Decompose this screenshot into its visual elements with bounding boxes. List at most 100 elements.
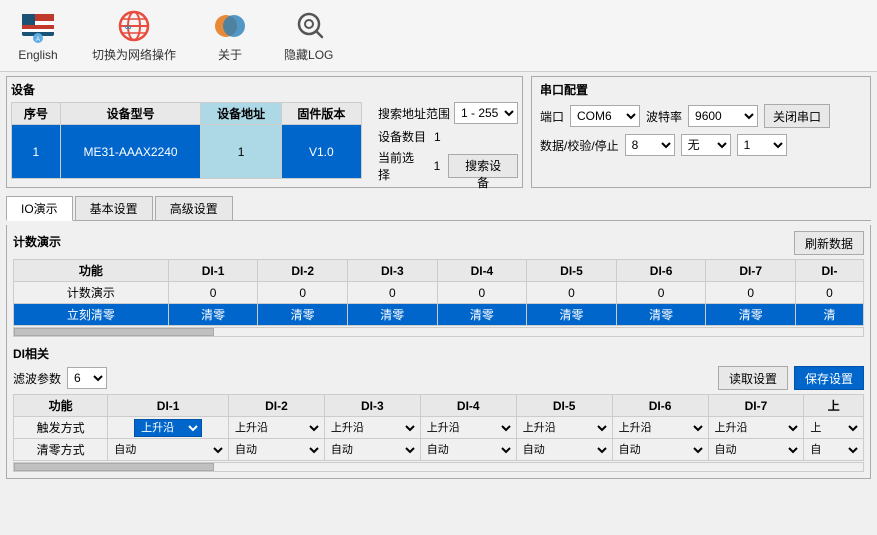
trigger-di2-select[interactable]: 上升沿下降沿双边沿	[231, 421, 322, 435]
svg-text:A: A	[36, 37, 40, 43]
network-button[interactable]: ∞ 切换为网络操作	[84, 4, 184, 67]
di-scroll[interactable]: 功能 DI-1 DI-2 DI-3 DI-4 DI-5 DI-6 DI-7 上	[13, 394, 864, 461]
tab-io[interactable]: IO演示	[6, 196, 73, 221]
trigger-di5-cell[interactable]: 上升沿下降沿双边沿	[516, 417, 612, 439]
refresh-button[interactable]: 刷新数据	[794, 231, 864, 255]
counter-di3-val: 0	[347, 282, 437, 304]
counter-col-di5: DI-5	[527, 260, 617, 282]
clear-di2-select[interactable]: 自动手动	[231, 443, 322, 457]
counter-col-di4: DI-4	[437, 260, 527, 282]
filter-label: 滤波参数	[13, 370, 61, 387]
save-settings-button[interactable]: 保存设置	[794, 366, 864, 390]
col-header-fw: 固件版本	[281, 103, 361, 125]
counter-scroll[interactable]: 功能 DI-1 DI-2 DI-3 DI-4 DI-5 DI-6 DI-7 DI…	[13, 259, 864, 326]
di-col-di8: 上	[804, 395, 864, 417]
clear-label: 立刻清零	[14, 304, 169, 326]
tab-basic[interactable]: 基本设置	[75, 196, 153, 220]
counter-row-clear[interactable]: 立刻清零 清零 清零 清零 清零 清零 清零 清零 清	[14, 304, 864, 326]
search-range-row: 搜索地址范围 1 - 255 1 - 127 1 - 63	[378, 102, 518, 124]
clear-di8-select[interactable]: 自	[806, 443, 861, 457]
search-range-label: 搜索地址范围	[378, 105, 450, 122]
clear-di4-select[interactable]: 自动手动	[423, 443, 514, 457]
counter-hscroll-thumb[interactable]	[14, 328, 214, 336]
counter-di8-val: 0	[796, 282, 864, 304]
trigger-di2-cell[interactable]: 上升沿下降沿双边沿	[228, 417, 324, 439]
counter-col-di6: DI-6	[616, 260, 706, 282]
clear-di6-select[interactable]: 自动手动	[615, 443, 706, 457]
col-header-addr: 设备地址	[201, 103, 281, 125]
filter-select[interactable]: 62481012	[67, 367, 107, 389]
main-content: 设备 序号 设备型号 设备地址 固件版本 1 ME31-	[0, 72, 877, 483]
baud-select[interactable]: 9600480019200115200	[688, 105, 758, 127]
clear-di5[interactable]: 清零	[527, 304, 617, 326]
counter-hscrollbar[interactable]	[13, 327, 864, 337]
clear-di2[interactable]: 清零	[258, 304, 348, 326]
device-row[interactable]: 1 ME31-AAAX2240 1 V1.0	[12, 125, 362, 179]
clear-di3-cell[interactable]: 自动手动	[324, 439, 420, 461]
clear-di6-cell[interactable]: 自动手动	[612, 439, 708, 461]
counter-col-di1: DI-1	[168, 260, 258, 282]
close-port-button[interactable]: 关闭串口	[764, 104, 830, 128]
trigger-di6-cell[interactable]: 上升沿下降沿双边沿	[612, 417, 708, 439]
counter-col-di8: DI-	[796, 260, 864, 282]
device-panel: 设备 序号 设备型号 设备地址 固件版本 1 ME31-	[6, 76, 523, 188]
counter-section: 计数演示 刷新数据 功能 DI-1 DI-2 DI-3 DI-4 DI-5 DI…	[13, 231, 864, 337]
di-hscrollbar[interactable]	[13, 462, 864, 472]
trigger-di8-cell[interactable]: 上	[804, 417, 864, 439]
clear-di7[interactable]: 清零	[706, 304, 796, 326]
di-hscroll-thumb[interactable]	[14, 463, 214, 471]
hidelog-button[interactable]: 隐藏LOG	[276, 4, 341, 67]
trigger-di1-cell[interactable]: 上升沿下降沿双边沿	[108, 417, 229, 439]
clear-di5-cell[interactable]: 自动手动	[516, 439, 612, 461]
hidelog-label: 隐藏LOG	[284, 46, 333, 63]
trigger-di6-select[interactable]: 上升沿下降沿双边沿	[615, 421, 706, 435]
clear-di3[interactable]: 清零	[347, 304, 437, 326]
trigger-di3-select[interactable]: 上升沿下降沿双边沿	[327, 421, 418, 435]
english-icon: A	[20, 10, 56, 46]
clear-di4-cell[interactable]: 自动手动	[420, 439, 516, 461]
parity-select[interactable]: 无奇偶	[681, 134, 731, 156]
device-count-value: 1	[434, 130, 441, 144]
search-devices-button[interactable]: 搜索设备	[448, 154, 518, 178]
trigger-di7-select[interactable]: 上升沿下降沿双边沿	[711, 421, 802, 435]
data-bits-select[interactable]: 87	[625, 134, 675, 156]
svg-text:∞: ∞	[125, 22, 132, 32]
col-header-seq: 序号	[12, 103, 61, 125]
trigger-di3-cell[interactable]: 上升沿下降沿双边沿	[324, 417, 420, 439]
di-col-di2: DI-2	[228, 395, 324, 417]
clear-di2-cell[interactable]: 自动手动	[228, 439, 324, 461]
counter-di5-val: 0	[527, 282, 617, 304]
trigger-di5-select[interactable]: 上升沿下降沿双边沿	[519, 421, 610, 435]
clear-di1[interactable]: 清零	[168, 304, 258, 326]
clear-mode-label: 清零方式	[14, 439, 108, 461]
device-count-row: 设备数目 1	[378, 128, 518, 145]
trigger-di4-select[interactable]: 上升沿下降沿双边沿	[423, 421, 514, 435]
about-button[interactable]: 关于	[200, 4, 260, 67]
clear-di7-cell[interactable]: 自动手动	[708, 439, 804, 461]
trigger-di1-select[interactable]: 上升沿下降沿双边沿	[134, 419, 202, 437]
clear-di8-cell[interactable]: 自	[804, 439, 864, 461]
device-panel-title: 设备	[11, 81, 518, 98]
counter-col-func: 功能	[14, 260, 169, 282]
counter-di6-val: 0	[616, 282, 706, 304]
search-range-select[interactable]: 1 - 255 1 - 127 1 - 63	[454, 102, 518, 124]
clear-di4[interactable]: 清零	[437, 304, 527, 326]
clear-di3-select[interactable]: 自动手动	[327, 443, 418, 457]
trigger-di4-cell[interactable]: 上升沿下降沿双边沿	[420, 417, 516, 439]
clear-di6[interactable]: 清零	[616, 304, 706, 326]
clear-di5-select[interactable]: 自动手动	[519, 443, 610, 457]
clear-di8[interactable]: 清	[796, 304, 864, 326]
trigger-di8-select[interactable]: 上	[806, 421, 861, 435]
clear-di1-select[interactable]: 自动手动	[110, 443, 226, 457]
stop-bits-select[interactable]: 12	[737, 134, 787, 156]
di-section-title: DI相关	[13, 345, 864, 362]
tab-advanced[interactable]: 高级设置	[155, 196, 233, 220]
port-select[interactable]: COM6COM1COM2COM3	[570, 105, 640, 127]
col-header-model: 设备型号	[60, 103, 201, 125]
clear-di1-cell[interactable]: 自动手动	[108, 439, 229, 461]
read-settings-button[interactable]: 读取设置	[718, 366, 788, 390]
english-button[interactable]: A English	[8, 6, 68, 66]
clear-di7-select[interactable]: 自动手动	[711, 443, 802, 457]
current-select-row: 当前选择 1	[378, 149, 440, 183]
trigger-di7-cell[interactable]: 上升沿下降沿双边沿	[708, 417, 804, 439]
